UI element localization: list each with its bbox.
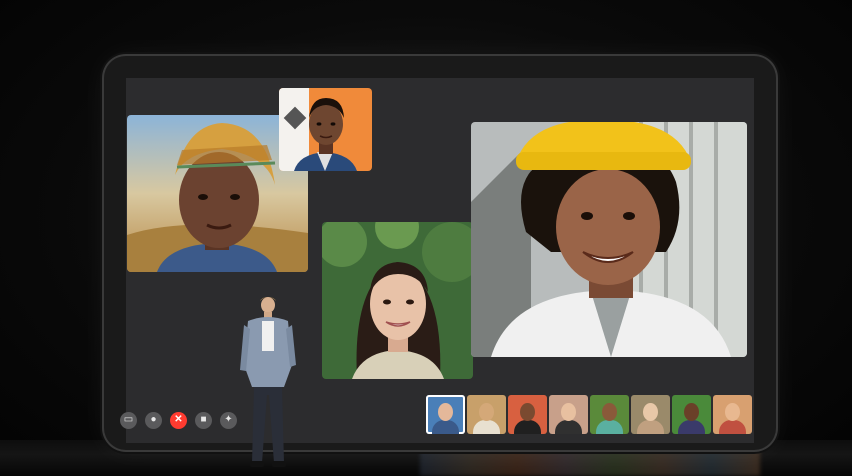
call-controls: ▭ ● ✕ ■ ✦	[120, 410, 237, 430]
participant-tile-3[interactable]	[322, 222, 473, 379]
thumbnail-body	[719, 420, 746, 434]
thumbnail-body	[473, 420, 500, 434]
thumbnail-body	[555, 420, 582, 434]
roster-thumbnail[interactable]	[672, 395, 711, 434]
roster-thumbnail[interactable]	[590, 395, 629, 434]
thumbnail-face	[602, 403, 617, 421]
roster-thumbnail[interactable]	[549, 395, 588, 434]
roster-thumbnail[interactable]	[508, 395, 547, 434]
thumbnail-body	[678, 420, 705, 434]
microphone-glyph: ●	[150, 414, 157, 425]
participant-roster	[426, 395, 752, 434]
effects-icon[interactable]: ✦	[220, 411, 237, 429]
roster-thumbnail[interactable]	[426, 395, 465, 434]
thumbnail-face	[520, 403, 535, 421]
thumbnail-body	[637, 420, 664, 434]
microphone-icon[interactable]: ●	[145, 411, 162, 429]
thumbnail-body	[596, 420, 623, 434]
participant-video-3	[322, 222, 473, 379]
thumbnail-body	[514, 420, 541, 434]
thumbnail-face	[479, 403, 494, 421]
thumbnail-face	[643, 403, 658, 421]
floor-reflection	[420, 446, 760, 476]
roster-thumbnail[interactable]	[631, 395, 670, 434]
thumbnail-face	[561, 403, 576, 421]
thumbnail-body	[432, 420, 459, 434]
end-call-glyph: ✕	[174, 414, 183, 425]
sidebar-glyph: ▭	[123, 414, 134, 425]
participant-tile-4[interactable]	[471, 122, 747, 357]
video-camera-icon[interactable]: ■	[195, 411, 212, 429]
roster-thumbnail[interactable]	[713, 395, 752, 434]
effects-glyph: ✦	[224, 414, 233, 425]
roster-thumbnail[interactable]	[467, 395, 506, 434]
thumbnail-face	[725, 403, 740, 421]
thumbnail-face	[438, 403, 453, 421]
thumbnail-face	[684, 403, 699, 421]
video-camera-glyph: ■	[200, 414, 207, 425]
sidebar-icon[interactable]: ▭	[120, 411, 137, 429]
end-call-icon[interactable]: ✕	[170, 411, 187, 429]
participant-video-4	[471, 122, 747, 357]
participant-video-2	[279, 88, 372, 171]
presenter-figure	[240, 297, 296, 467]
participant-tile-2[interactable]	[279, 88, 372, 171]
